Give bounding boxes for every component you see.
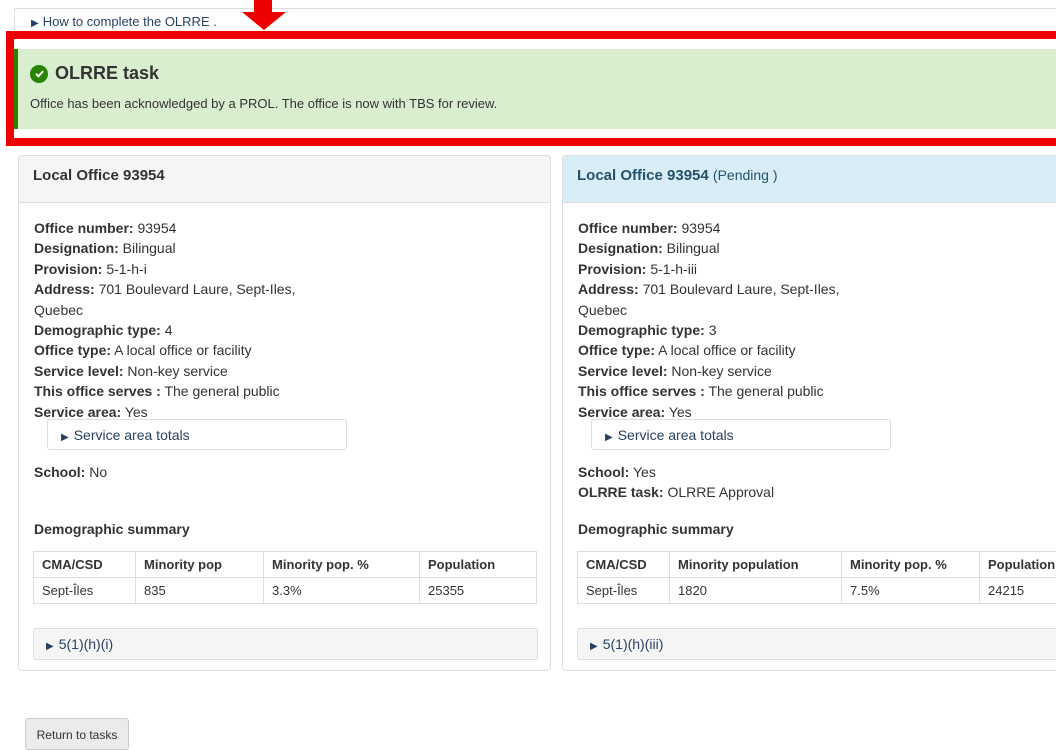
how-to-label: How to complete the OLRRE . xyxy=(42,14,217,29)
field-school: School: Yes xyxy=(578,464,656,480)
triangle-right-icon: ▶ xyxy=(61,432,69,443)
column-header: Population xyxy=(979,551,1056,578)
alert-message: Office has been acknowledged by a PROL. … xyxy=(30,96,498,111)
field-office-number: Office number: 93954 xyxy=(34,220,177,236)
red-arrow-annotation xyxy=(242,0,286,30)
table-cell: 835 xyxy=(135,577,264,604)
table-cell: Sept-Îles xyxy=(577,577,670,604)
field-designation: Designation: Bilingual xyxy=(34,240,176,257)
field-designation: Designation: Bilingual xyxy=(578,240,720,257)
field-serves: This office serves : The general public xyxy=(34,383,280,400)
field-office-type: Office type: A local office or facility xyxy=(34,342,252,359)
table-cell: 24215 xyxy=(979,577,1056,604)
triangle-right-icon: ▶ xyxy=(31,18,39,29)
table-row: Sept-Îles 835 3.3% 25355 xyxy=(33,577,537,604)
alert-title-row: OLRRE task xyxy=(30,63,1056,84)
current-office-panel: Local Office 93954 Office number: 93954 … xyxy=(18,155,551,671)
field-office-type: Office type: A local office or facility xyxy=(578,342,796,359)
column-header: Minority population xyxy=(669,551,842,578)
field-serves: This office serves : The general public xyxy=(578,383,824,400)
service-area-totals-details[interactable]: ▶ Service area totals xyxy=(47,419,347,450)
triangle-right-icon: ▶ xyxy=(46,641,54,652)
office-details: Office number: 93954 Designation: Biling… xyxy=(34,218,295,422)
table-cell: 25355 xyxy=(419,577,537,604)
table-cell: 1820 xyxy=(669,577,842,604)
column-header: Minority pop. % xyxy=(263,551,420,578)
table-cell: 7.5% xyxy=(841,577,980,604)
section-5-1-h-i-details[interactable]: ▶ 5(1)(h)(i) xyxy=(33,628,538,660)
triangle-right-icon: ▶ xyxy=(605,432,613,443)
table-header-row: CMA/CSD Minority pop Minority pop. % Pop… xyxy=(33,551,537,578)
column-header: CMA/CSD xyxy=(33,551,136,578)
demographic-table: CMA/CSD Minority population Minority pop… xyxy=(577,551,1056,604)
table-cell: Sept-Îles xyxy=(33,577,136,604)
table-cell: 3.3% xyxy=(263,577,420,604)
field-provision: Provision: 5-1-h-iii xyxy=(578,260,698,277)
field-olrre-task: OLRRE task: OLRRE Approval xyxy=(578,484,775,501)
column-header: CMA/CSD xyxy=(577,551,670,578)
service-area-totals-details[interactable]: ▶ Service area totals xyxy=(591,419,891,450)
table-header-row: CMA/CSD Minority population Minority pop… xyxy=(577,551,1056,578)
alert-title: OLRRE task xyxy=(55,63,160,83)
column-header: Minority pop. % xyxy=(841,551,980,578)
pending-office-panel: Local Office 93954 (Pending ) Office num… xyxy=(562,155,1056,671)
panel-title: Local Office 93954 xyxy=(19,156,550,203)
field-service-level: Service level: Non-key service xyxy=(34,362,228,379)
field-school: School: No xyxy=(34,464,108,480)
check-circle-icon xyxy=(30,64,48,83)
pending-status: (Pending ) xyxy=(712,167,778,183)
field-address: Address: 701 Boulevard Laure, Sept-Iles, xyxy=(34,281,296,298)
column-header: Minority pop xyxy=(135,551,264,578)
school-and-task: School: Yes OLRRE task: OLRRE Approval xyxy=(578,462,774,503)
triangle-right-icon: ▶ xyxy=(590,641,598,652)
demographic-summary-title: Demographic summary xyxy=(578,521,734,537)
column-header: Population xyxy=(419,551,537,578)
section-5-1-h-iii-details[interactable]: ▶ 5(1)(h)(iii) xyxy=(577,628,1056,660)
demographic-table: CMA/CSD Minority pop Minority pop. % Pop… xyxy=(33,551,537,604)
demographic-summary-title: Demographic summary xyxy=(34,521,190,537)
panel-title: Local Office 93954 (Pending ) xyxy=(563,156,1056,203)
field-service-level: Service level: Non-key service xyxy=(578,362,772,379)
return-to-tasks-button[interactable]: Return to tasks xyxy=(25,718,129,750)
field-demographic-type: Demographic type: 3 xyxy=(578,322,717,339)
success-alert: OLRRE task Office has been acknowledged … xyxy=(14,49,1056,129)
table-row: Sept-Îles 1820 7.5% 24215 xyxy=(577,577,1056,604)
field-address: Address: 701 Boulevard Laure, Sept-Iles, xyxy=(578,281,840,298)
field-office-number: Office number: 93954 xyxy=(578,220,721,236)
field-address-cont: Quebec xyxy=(578,301,628,318)
panel-title-text: Local Office 93954 xyxy=(577,167,709,184)
field-address-cont: Quebec xyxy=(34,301,84,318)
field-demographic-type: Demographic type: 4 xyxy=(34,322,173,339)
field-provision: Provision: 5-1-h-i xyxy=(34,260,147,277)
office-details: Office number: 93954 Designation: Biling… xyxy=(578,218,839,422)
